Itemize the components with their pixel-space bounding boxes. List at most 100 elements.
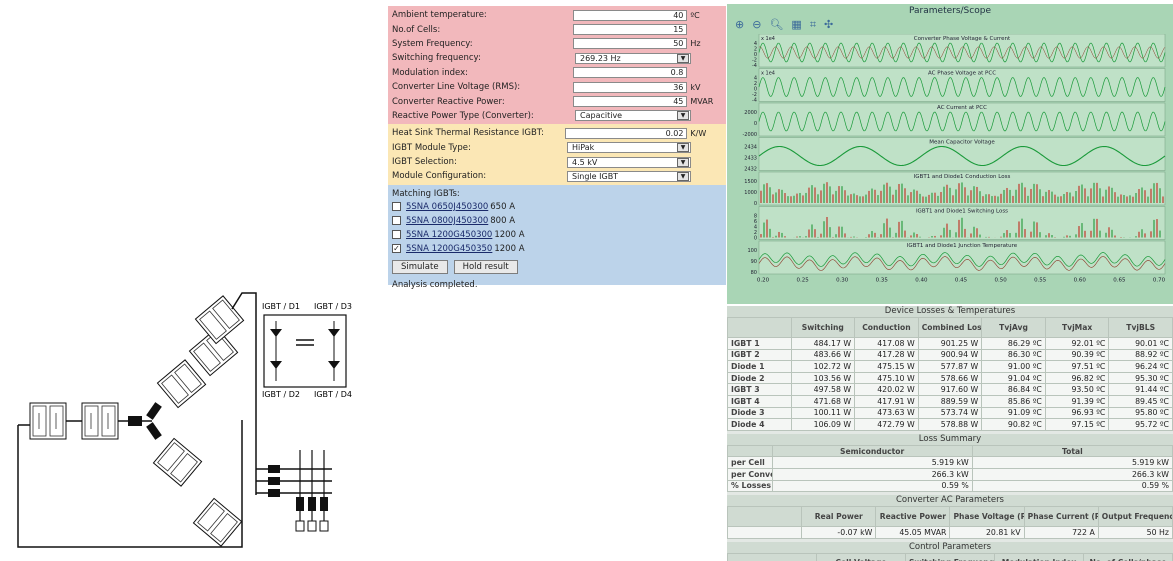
chevron-down-icon[interactable]: ▼ [677, 53, 689, 63]
form-row: Modulation index: 0.8 [392, 66, 722, 80]
lower-branch-cells [152, 437, 203, 487]
table-cell: 577.87 W [917, 360, 983, 373]
igbt-option[interactable]: 5SNA 0650J450300 650 A [392, 200, 722, 214]
table-row: Diode 2 103.56 W 475.10 W 578.66 W 91.04 ºC 9… [727, 371, 1173, 385]
form-row: Module Configuration: Single IGBT ▼ [392, 169, 722, 183]
y-tick-label: 0 [754, 236, 757, 242]
igbt-rating: 800 A [490, 215, 516, 226]
igbt-part-link[interactable]: 5SNA 0650J450300 [406, 202, 488, 212]
column-header: Conduction [854, 317, 919, 338]
field-input[interactable]: 45 [572, 96, 688, 108]
igbt-part-link[interactable]: 5SNA 0800J450300 [406, 216, 488, 226]
field-label: Ambient temperature: [392, 10, 487, 21]
header-row: Real PowerReactive PowerPhase Voltage (R… [727, 506, 1173, 528]
y-tick-label: 2432 [744, 167, 757, 173]
column-header: TvjBLS [1108, 317, 1173, 338]
field-label: Reactive Power Type (Converter): [392, 110, 534, 121]
dropdown-select[interactable]: 4.5 kV ▼ [567, 156, 691, 168]
row-header: % Losses [727, 479, 773, 493]
igbt-option[interactable]: ✓ 5SNA 1200G450350 1200 A [392, 242, 722, 256]
table-cell: 91.00 ºC [981, 360, 1046, 373]
dropdown-value: HiPak [572, 143, 595, 153]
simulate-button[interactable]: Simulate [392, 259, 448, 274]
igbt-option[interactable]: 5SNA 1200G450300 1200 A [392, 228, 722, 242]
zoom-out-icon[interactable]: ⊖ [752, 18, 761, 32]
table-row: Diode 3 100.11 W 473.63 W 573.74 W 91.09 ºC 9… [727, 406, 1173, 420]
cursor-icon[interactable]: ✣ [824, 18, 833, 32]
dropdown-value: 269.23 Hz [580, 53, 621, 63]
table-cell: 93.50 ºC [1044, 383, 1110, 396]
x-tick-label: 0.60 [1074, 278, 1087, 284]
form-row: No.of Cells: 15 [392, 22, 722, 36]
igbt-part-link[interactable]: 5SNA 1200G450300 [406, 230, 492, 240]
x-tick-label: 0.55 [1034, 278, 1047, 284]
column-header: Output Frequency [1097, 506, 1173, 528]
x-tick-label: 0.20 [757, 278, 770, 284]
table-cell: 472.79 W [854, 418, 919, 431]
igbt-checkbox[interactable] [392, 202, 401, 212]
table-cell: 92.01 ºC [1044, 337, 1110, 350]
fit-icon[interactable]: ⌗ [810, 18, 816, 32]
table-cell: 95.72 ºC [1108, 418, 1173, 431]
table-cell: 578.88 W [917, 418, 983, 431]
chevron-down-icon[interactable]: ▼ [677, 111, 689, 121]
table-cell: 475.10 W [854, 371, 919, 385]
field-input[interactable]: 40 [572, 9, 688, 21]
field-label: IGBT Module Type: [392, 142, 471, 153]
table-cell: 50 Hz [1097, 526, 1173, 539]
column-header: Total [971, 444, 1173, 458]
table-cell: 578.66 W [917, 371, 983, 385]
form-row: Ambient temperature: 40 ºC [392, 8, 722, 22]
row-header: Diode 2 [727, 371, 792, 385]
table-cell: 86.30 ºC [981, 348, 1046, 362]
field-input[interactable]: 0.02 [564, 127, 688, 139]
chevron-down-icon[interactable]: ▼ [677, 171, 689, 181]
dropdown-select[interactable]: Single IGBT ▼ [567, 170, 691, 182]
field-input[interactable]: 50 [572, 38, 688, 50]
field-unit: ºC [690, 10, 700, 20]
table-cell: 417.28 W [854, 348, 919, 362]
table-cell: 484.17 W [790, 337, 856, 350]
igbt-checkbox[interactable] [392, 230, 401, 240]
igbt-checkbox[interactable] [392, 216, 401, 226]
field-label: Modulation index: [392, 67, 468, 78]
table-cell: 473.63 W [854, 406, 919, 420]
igbt-label-d2: IGBT / D2 [262, 390, 300, 399]
header-row: Semiconductor Total [727, 444, 1173, 458]
table-cell: 96.24 ºC [1108, 360, 1173, 373]
field-input[interactable]: 15 [572, 24, 688, 36]
status-text: Analysis completed. [392, 279, 478, 290]
scope-toolbar: ⊕ ⊖ 🔍︎ ▦ ⌗ ✣ [735, 18, 833, 32]
search-icon[interactable]: 🔍︎ [769, 18, 783, 32]
hold-result-button[interactable]: Hold result [453, 259, 518, 274]
table-cell: 917.60 W [917, 383, 983, 396]
ac-parameters-caption: Converter AC Parameters [727, 495, 1173, 507]
y-tick-label: 2000 [744, 110, 757, 116]
ac-parameters-table: Converter AC Parameters Real Power Reacti… [727, 495, 1173, 539]
scope-title: Parameters/Scope [909, 6, 991, 16]
dropdown-select[interactable]: 269.23 Hz ▼ [575, 52, 691, 64]
table-row: IGBT 2 483.66 W 417.28 W 900.94 W 86.30 ºC 90… [727, 348, 1173, 362]
igbt-checkbox[interactable]: ✓ [392, 244, 401, 254]
dropdown-select[interactable]: HiPak ▼ [567, 142, 691, 154]
grid-icon[interactable]: ▦ [791, 18, 801, 32]
table-cell: 91.09 ºC [981, 406, 1046, 420]
table-row: -0.07 kW 45.05 MVAR 20.81 kV 722 A 50 Hz [727, 526, 1173, 539]
chevron-down-icon[interactable]: ▼ [677, 157, 689, 167]
results-tables: Device Losses & Temperatures Switching Co… [727, 306, 1173, 561]
y-tick-label: 90 [751, 259, 757, 265]
field-input[interactable]: 0.8 [572, 67, 688, 79]
matching-igbts-section: Matching IGBTs: 5SNA 0650J450300 650 A 5SN… [388, 184, 726, 290]
chevron-down-icon[interactable]: ▼ [677, 143, 689, 153]
header-row: Cell VoltageSwitching FrequencyModulatio… [727, 552, 1173, 561]
table-cell: 420.02 W [854, 383, 919, 396]
table-cell: 0.59 % [771, 479, 973, 493]
igbt-option[interactable]: 5SNA 0800J450300 800 A [392, 214, 722, 228]
loss-summary-table: Loss Summary Semiconductor Total per Cell 5… [727, 433, 1173, 493]
zoom-in-icon[interactable]: ⊕ [735, 18, 744, 32]
table-cell: 95.30 ºC [1108, 371, 1173, 385]
field-input[interactable]: 36 [572, 81, 688, 93]
dropdown-select[interactable]: Capacitive ▼ [575, 110, 691, 122]
column-header: TvjMax [1044, 317, 1110, 338]
igbt-part-link[interactable]: 5SNA 1200G450350 [406, 244, 492, 254]
